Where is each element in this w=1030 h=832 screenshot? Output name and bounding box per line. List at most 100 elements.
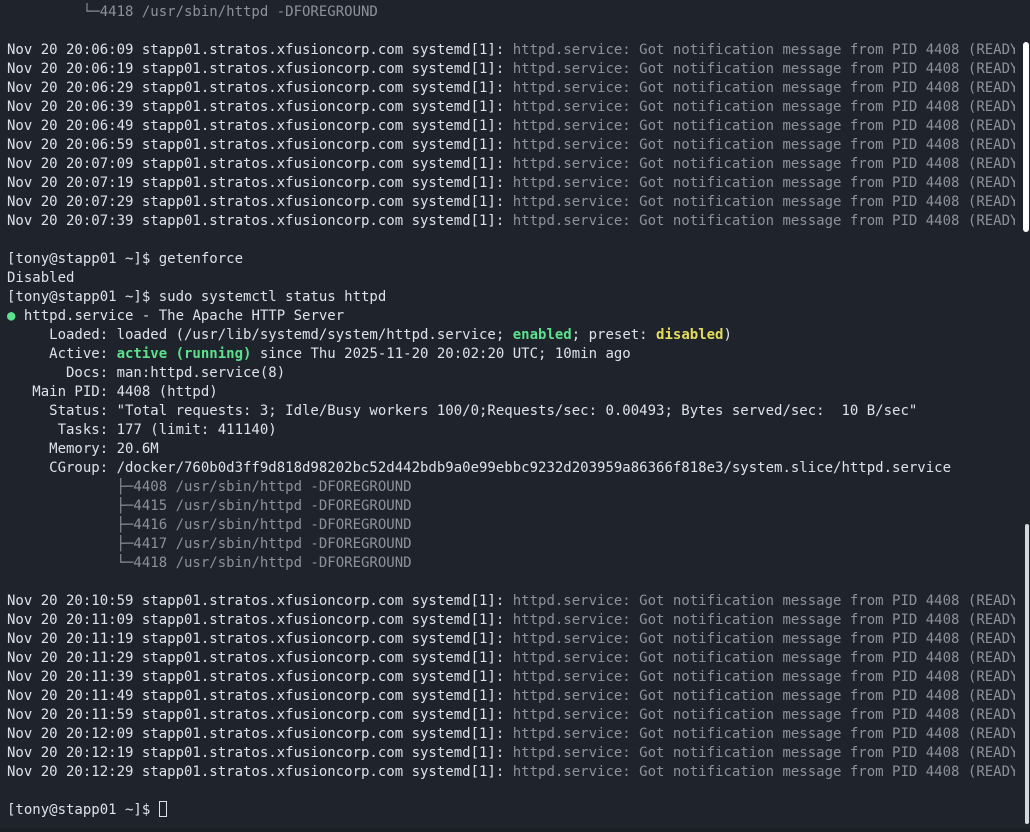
terminal-text-segment: ├─4417 /usr/sbin/httpd -DFOREGROUND: [7, 536, 412, 552]
terminal-text-segment: httpd.service: Got notification message …: [512, 726, 1015, 742]
terminal-text-segment: Nov 20 20:11:09 stapp01.stratos.xfusionc…: [7, 612, 513, 628]
scrollbar-track[interactable]: [1016, 0, 1030, 832]
terminal-line: Nov 20 20:11:29 stapp01.stratos.xfusionc…: [7, 649, 1015, 668]
terminal-line: Memory: 20.6M: [7, 440, 1015, 459]
terminal-text-segment: Tasks: 177 (limit: 411140): [7, 422, 277, 438]
terminal-text-segment: httpd.service: Got notification message …: [512, 631, 1015, 647]
terminal-text-segment: disabled: [656, 327, 724, 343]
terminal-line: Tasks: 177 (limit: 411140): [7, 421, 1015, 440]
terminal-line: Nov 20 20:11:19 stapp01.stratos.xfusionc…: [7, 630, 1015, 649]
terminal-text-segment: httpd.service: Got notification message …: [512, 137, 1015, 153]
terminal-text-segment: ├─4415 /usr/sbin/httpd -DFOREGROUND: [7, 498, 412, 514]
terminal-text-segment: httpd.service: Got notification message …: [512, 80, 1015, 96]
terminal-line: Nov 20 20:06:19 stapp01.stratos.xfusionc…: [7, 60, 1015, 79]
terminal-text-segment: Nov 20 20:11:49 stapp01.stratos.xfusionc…: [7, 688, 513, 704]
terminal-line: CGroup: /docker/760b0d3ff9d818d98202bc52…: [7, 459, 1015, 478]
terminal-text-segment: Status: "Total requests: 3; Idle/Busy wo…: [7, 403, 918, 419]
terminal-line: ├─4417 /usr/sbin/httpd -DFOREGROUND: [7, 535, 1015, 554]
terminal-line: Nov 20 20:07:19 stapp01.stratos.xfusionc…: [7, 174, 1015, 193]
terminal-line: ├─4415 /usr/sbin/httpd -DFOREGROUND: [7, 497, 1015, 516]
terminal-text-segment: httpd.service: Got notification message …: [512, 175, 1015, 191]
terminal-line: Status: "Total requests: 3; Idle/Busy wo…: [7, 402, 1015, 421]
terminal-line: Nov 20 20:07:09 stapp01.stratos.xfusionc…: [7, 155, 1015, 174]
terminal-text-segment: Nov 20 20:07:19 stapp01.stratos.xfusionc…: [7, 175, 513, 191]
terminal-line: Docs: man:httpd.service(8): [7, 364, 1015, 383]
terminal-text-segment: httpd.service: Got notification message …: [512, 593, 1015, 609]
terminal-text-segment: Nov 20 20:07:39 stapp01.stratos.xfusionc…: [7, 213, 513, 229]
terminal-text-segment: httpd.service: Got notification message …: [512, 764, 1015, 780]
terminal-line: Nov 20 20:11:49 stapp01.stratos.xfusionc…: [7, 687, 1015, 706]
terminal-text-segment: Nov 20 20:11:59 stapp01.stratos.xfusionc…: [7, 707, 513, 723]
terminal-text-segment: active (running): [116, 346, 252, 362]
text-cursor[interactable]: [158, 801, 167, 817]
terminal-text-segment: Docs: man:httpd.service(8): [7, 365, 286, 381]
terminal-line: [tony@stapp01 ~]$ getenforce: [7, 250, 1015, 269]
terminal-text-segment: httpd.service: Got notification message …: [512, 707, 1015, 723]
terminal-line: Loaded: loaded (/usr/lib/systemd/system/…: [7, 326, 1015, 345]
terminal-text-segment: Nov 20 20:10:59 stapp01.stratos.xfusionc…: [7, 593, 513, 609]
terminal-text-segment: since Thu 2025-11-20 20:02:20 UTC; 10min…: [251, 346, 631, 362]
terminal-line: Nov 20 20:12:29 stapp01.stratos.xfusionc…: [7, 763, 1015, 782]
terminal-text-segment: Nov 20 20:12:29 stapp01.stratos.xfusionc…: [7, 764, 513, 780]
terminal-text-segment: enabled: [512, 327, 572, 343]
terminal-text-segment: Active:: [7, 346, 117, 362]
terminal-text-segment: CGroup: /docker/760b0d3ff9d818d98202bc52…: [7, 460, 952, 476]
terminal-text-segment: Nov 20 20:11:19 stapp01.stratos.xfusionc…: [7, 631, 513, 647]
terminal-text-segment: httpd.service: Got notification message …: [512, 156, 1015, 172]
terminal-text-segment: httpd.service: Got notification message …: [512, 42, 1015, 58]
terminal-line: Nov 20 20:12:09 stapp01.stratos.xfusionc…: [7, 725, 1015, 744]
terminal-line: └─4418 /usr/sbin/httpd -DFOREGROUND: [7, 554, 1015, 573]
terminal-line: └─4418 /usr/sbin/httpd -DFOREGROUND: [7, 3, 1015, 22]
terminal-line: ● httpd.service - The Apache HTTP Server: [7, 307, 1015, 326]
terminal-text-segment: Nov 20 20:07:29 stapp01.stratos.xfusionc…: [7, 194, 513, 210]
terminal-text-segment: Nov 20 20:06:19 stapp01.stratos.xfusionc…: [7, 61, 513, 77]
terminal-text-segment: Nov 20 20:06:09 stapp01.stratos.xfusionc…: [7, 42, 513, 58]
terminal-text-segment: Nov 20 20:06:29 stapp01.stratos.xfusionc…: [7, 80, 513, 96]
terminal-text-segment: Memory: 20.6M: [7, 441, 159, 457]
terminal-text-segment: Nov 20 20:12:09 stapp01.stratos.xfusionc…: [7, 726, 513, 742]
terminal-text-segment: ): [723, 327, 732, 343]
terminal-text-segment: └─4418 /usr/sbin/httpd -DFOREGROUND: [7, 555, 412, 571]
terminal-text-segment: Nov 20 20:12:19 stapp01.stratos.xfusionc…: [7, 745, 513, 761]
terminal-line: Nov 20 20:06:49 stapp01.stratos.xfusionc…: [7, 117, 1015, 136]
terminal-line: Nov 20 20:11:59 stapp01.stratos.xfusionc…: [7, 706, 1015, 725]
terminal-text-segment: httpd.service: Got notification message …: [512, 118, 1015, 134]
terminal-line: Main PID: 4408 (httpd): [7, 383, 1015, 402]
terminal-output: └─4418 /usr/sbin/httpd -DFOREGROUND Nov 2…: [7, 3, 1015, 820]
terminal-text-segment: httpd.service: Got notification message …: [512, 669, 1015, 685]
terminal-line: Nov 20 20:07:39 stapp01.stratos.xfusionc…: [7, 212, 1015, 231]
terminal-line: Nov 20 20:06:39 stapp01.stratos.xfusionc…: [7, 98, 1015, 117]
terminal-text-segment: httpd.service: Got notification message …: [512, 194, 1015, 210]
terminal-text-segment: [tony@stapp01 ~]$ getenforce: [7, 251, 244, 267]
terminal-text-segment: Nov 20 20:11:39 stapp01.stratos.xfusionc…: [7, 669, 513, 685]
terminal-text-segment: httpd.service: Got notification message …: [512, 61, 1015, 77]
terminal-line: Nov 20 20:11:09 stapp01.stratos.xfusionc…: [7, 611, 1015, 630]
terminal-line: ├─4408 /usr/sbin/httpd -DFOREGROUND: [7, 478, 1015, 497]
terminal-text-segment: httpd.service: Got notification message …: [512, 650, 1015, 666]
terminal-text-segment: Nov 20 20:06:39 stapp01.stratos.xfusionc…: [7, 99, 513, 115]
terminal-text-segment: Main PID: 4408 (httpd): [7, 384, 218, 400]
terminal-text-segment: Nov 20 20:06:59 stapp01.stratos.xfusionc…: [7, 137, 513, 153]
terminal-line: Active: active (running) since Thu 2025-…: [7, 345, 1015, 364]
terminal-text-segment: ├─4416 /usr/sbin/httpd -DFOREGROUND: [7, 517, 412, 533]
terminal-text-segment: ├─4408 /usr/sbin/httpd -DFOREGROUND: [7, 479, 412, 495]
terminal-text-segment: httpd.service: Got notification message …: [512, 213, 1015, 229]
terminal-text-segment: httpd.service - The Apache HTTP Server: [15, 308, 345, 324]
prompt-line[interactable]: [tony@stapp01 ~]$: [7, 801, 1015, 820]
terminal-text-segment: Disabled: [7, 270, 75, 286]
scrollbar-thumb[interactable]: [1025, 524, 1029, 824]
terminal-line: [tony@stapp01 ~]$ sudo systemctl status …: [7, 288, 1015, 307]
terminal-text-segment: Nov 20 20:11:29 stapp01.stratos.xfusionc…: [7, 650, 513, 666]
terminal-text-segment: httpd.service: Got notification message …: [512, 745, 1015, 761]
terminal-window[interactable]: └─4418 /usr/sbin/httpd -DFOREGROUND Nov 2…: [0, 0, 1030, 832]
terminal-text-segment: [tony@stapp01 ~]$ sudo systemctl status …: [7, 289, 387, 305]
terminal-text-segment: httpd.service: Got notification message …: [512, 612, 1015, 628]
terminal-line: Nov 20 20:12:19 stapp01.stratos.xfusionc…: [7, 744, 1015, 763]
scrollbar-thumb-upper[interactable]: [1023, 42, 1029, 232]
terminal-text-segment: httpd.service: Got notification message …: [512, 99, 1015, 115]
terminal-text-segment: Loaded: loaded (/usr/lib/systemd/system/…: [7, 327, 513, 343]
